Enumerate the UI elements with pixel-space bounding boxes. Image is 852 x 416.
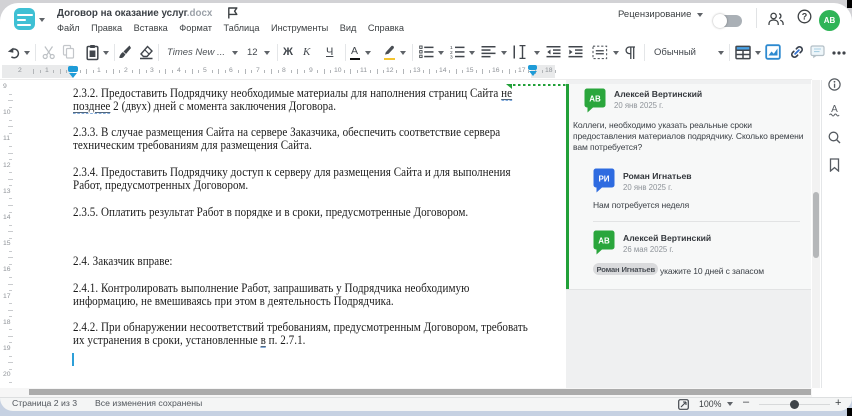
svg-text:А: А [831, 104, 838, 115]
svg-text:?: ? [802, 12, 808, 22]
svg-text:3: 3 [450, 55, 453, 59]
svg-text:АВ: АВ [598, 237, 610, 246]
svg-text:РИ: РИ [598, 175, 609, 184]
svg-text:АВ: АВ [589, 95, 601, 104]
